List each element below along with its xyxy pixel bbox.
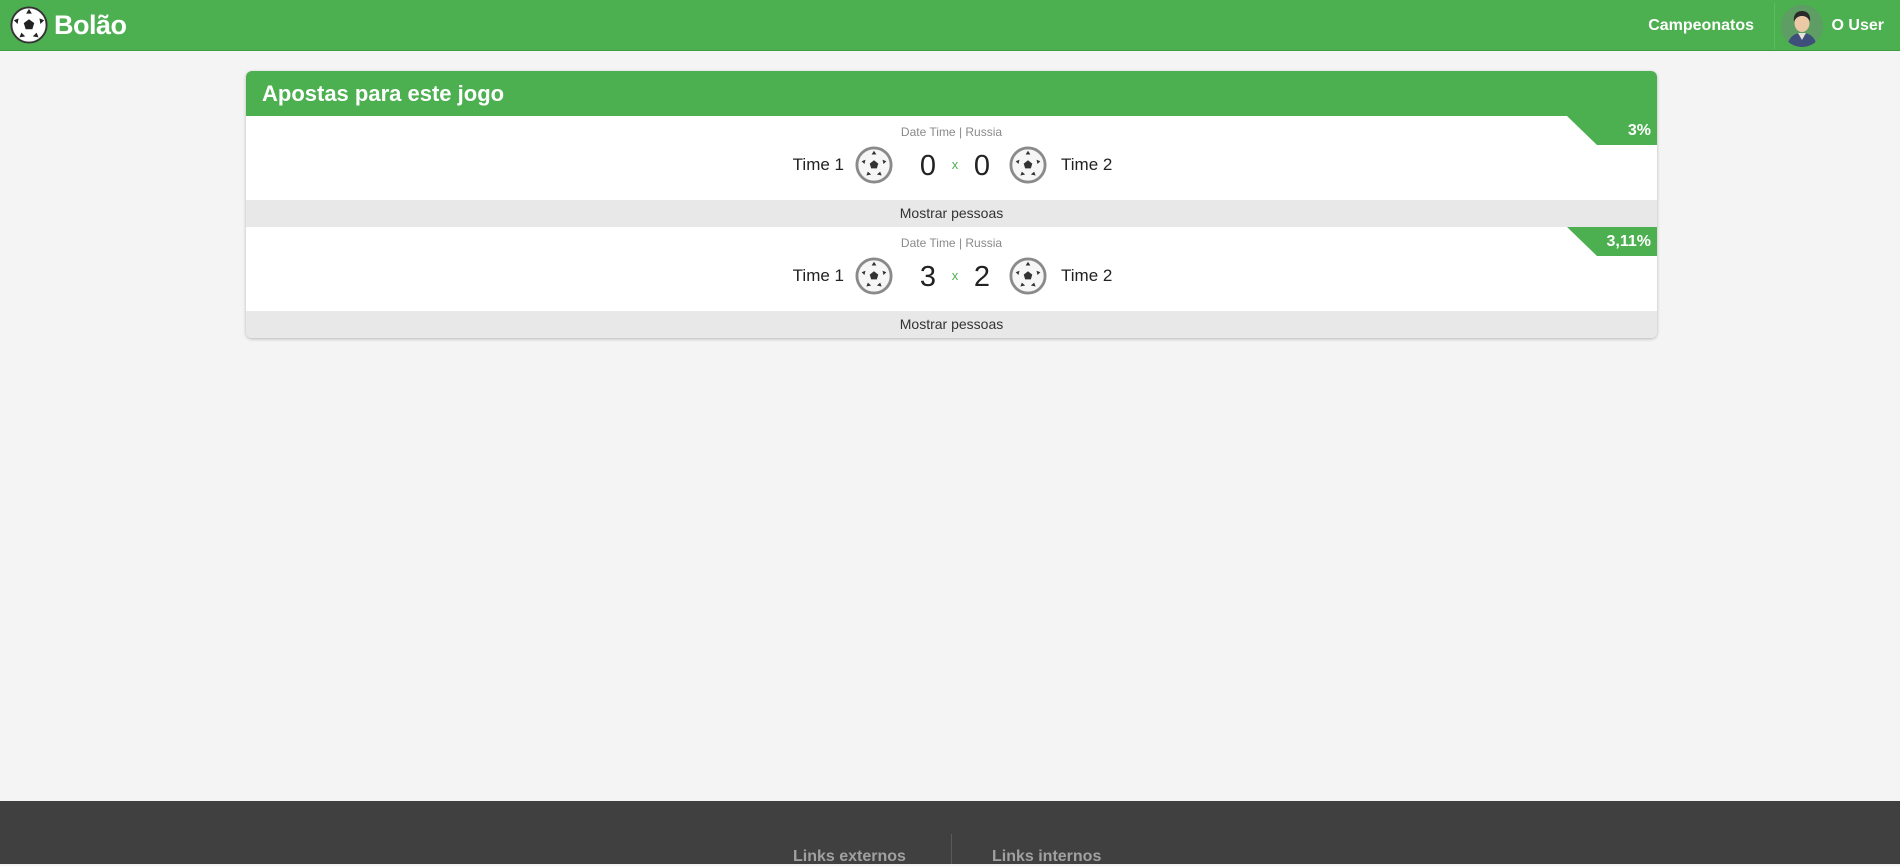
- footer-internal-links-heading[interactable]: Links internos: [992, 848, 1101, 866]
- soccer-ball-icon: [1009, 257, 1047, 295]
- score-separator: x: [951, 268, 959, 283]
- user-menu[interactable]: O User: [1780, 5, 1884, 47]
- team2-score: 2: [973, 261, 991, 293]
- card-title: Apostas para este jogo: [246, 71, 1657, 116]
- soccer-ball-icon: [855, 146, 893, 184]
- match-line: Time 1 3 x 2 Time 2: [246, 256, 1657, 296]
- soccer-ball-icon: [10, 6, 48, 44]
- team2-score: 0: [973, 150, 991, 182]
- soccer-ball-icon: [855, 257, 893, 295]
- team1-score: 0: [919, 150, 937, 182]
- score-separator: x: [951, 157, 959, 172]
- bets-card: Apostas para este jogo Date Time | Russi…: [246, 71, 1657, 338]
- show-people-button[interactable]: Mostrar pessoas: [246, 200, 1657, 227]
- team2-name: Time 2: [1061, 155, 1113, 174]
- user-name: O User: [1831, 17, 1884, 34]
- team1-name: Time 1: [792, 155, 844, 174]
- match-meta: Date Time | Russia: [900, 236, 1003, 250]
- nav-campeonatos-link[interactable]: Campeonatos: [1638, 0, 1764, 51]
- team1-name: Time 1: [792, 266, 844, 285]
- match-meta: Date Time | Russia: [900, 125, 1003, 139]
- soccer-ball-icon: [1009, 146, 1047, 184]
- top-navbar: Bolão Campeonatos O User: [0, 0, 1900, 51]
- bet-row: Date Time | Russia Time 1 0 x 0 Time 2 3…: [246, 116, 1657, 200]
- bet-row: Date Time | Russia Time 1 3 x 2 Time 2 3…: [246, 227, 1657, 311]
- footer-divider: [951, 834, 952, 864]
- team1-score: 3: [919, 261, 937, 293]
- footer-external-links-heading[interactable]: Links externos: [793, 848, 906, 866]
- avatar: [1780, 5, 1823, 47]
- match-line: Time 1 0 x 0 Time 2: [246, 145, 1657, 185]
- show-people-button[interactable]: Mostrar pessoas: [246, 311, 1657, 338]
- brand-logo-link[interactable]: Bolão: [10, 6, 127, 44]
- nav-divider: [1774, 3, 1775, 49]
- footer: Links externos Links internos: [0, 801, 1900, 866]
- team2-name: Time 2: [1061, 266, 1113, 285]
- brand-title: Bolão: [54, 9, 127, 40]
